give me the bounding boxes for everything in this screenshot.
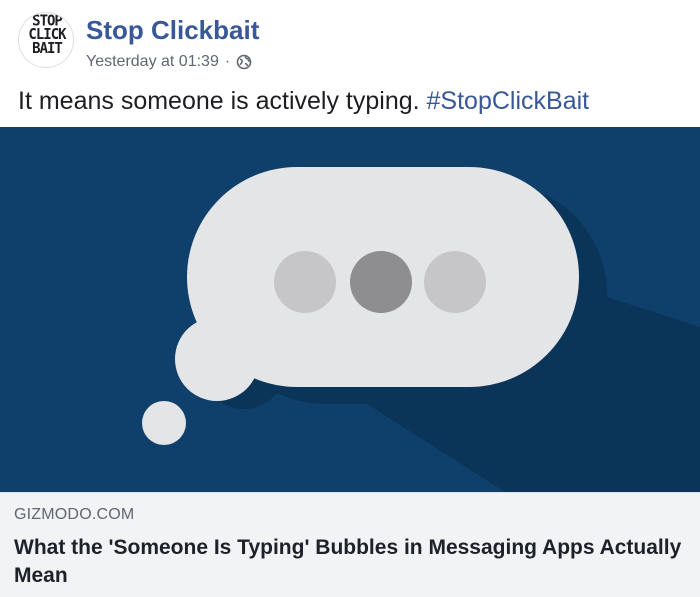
globe-icon[interactable] [236,54,252,70]
post-caption: It means someone is actively typing. #St… [18,84,688,118]
link-domain: GIZMODO.COM [14,506,135,523]
post-meta: Yesterday at 01:39 · [86,52,252,72]
avatar-logo: STOP CLICK BAIT [19,14,73,58]
link-preview-image[interactable] [0,127,700,492]
typing-bubble-illustration [0,127,700,492]
facebook-post: STOP CLICK BAIT Stop Clickbait Yesterday… [0,0,700,597]
link-preview-footer[interactable]: GIZMODO.COM What the 'Someone Is Typing'… [0,492,700,597]
caption-text: It means someone is actively typing. [18,87,420,115]
link-title[interactable]: What the 'Someone Is Typing' Bubbles in … [14,534,686,590]
typing-dot-left [274,251,336,313]
typing-dot-right [424,251,486,313]
avatar-logo-line3: BAIT [32,40,63,58]
typing-dot-middle [350,251,412,313]
page-name-link[interactable]: Stop Clickbait [86,14,259,46]
post-header: STOP CLICK BAIT Stop Clickbait Yesterday… [0,0,700,80]
typing-dots [274,251,486,313]
post-timestamp[interactable]: Yesterday at 01:39 [86,52,219,72]
meta-separator: · [224,53,231,70]
page-avatar[interactable]: STOP CLICK BAIT [18,12,74,68]
hashtag-link[interactable]: #StopClickBait [427,87,590,115]
